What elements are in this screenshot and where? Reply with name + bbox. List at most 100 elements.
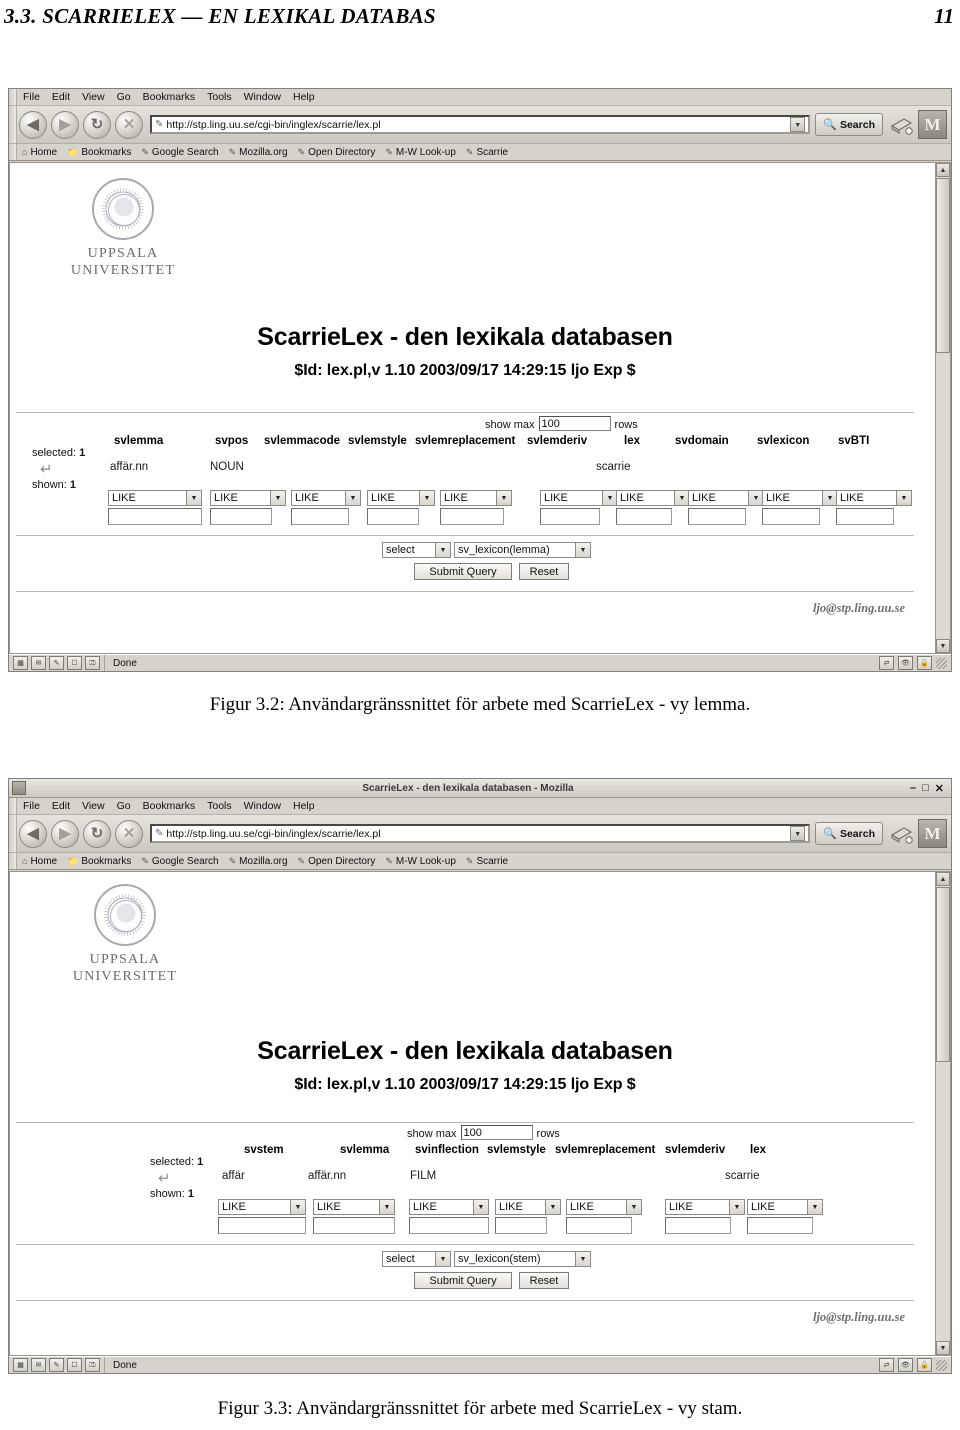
- url-bar-lemma[interactable]: ✎ http://stp.ling.uu.se/cgi-bin/inglex/s…: [150, 115, 811, 134]
- security-lock-icon[interactable]: 🔓: [917, 1358, 932, 1372]
- composer-icon[interactable]: ✎: [49, 656, 64, 670]
- show-max-input[interactable]: 100: [460, 1125, 533, 1140]
- filter-value-lex[interactable]: [616, 508, 672, 525]
- column-header-svlemreplacement[interactable]: svlemreplacement: [415, 435, 515, 447]
- bookmark-bookmarks[interactable]: 📁 Bookmarks: [62, 856, 136, 867]
- filter-op-svstem[interactable]: LIKE ▼: [218, 1199, 306, 1215]
- menu-grip[interactable]: [9, 89, 17, 105]
- minimize-button[interactable]: –: [910, 782, 916, 794]
- reset-button[interactable]: Reset: [519, 563, 569, 580]
- filter-value-lex[interactable]: [747, 1217, 813, 1234]
- contact-email-stem[interactable]: ljo@stp.ling.uu.se: [813, 1310, 905, 1325]
- chevron-down-icon[interactable]: ▼: [290, 1200, 305, 1214]
- filter-value-svlemstyle[interactable]: [367, 508, 419, 525]
- chevron-down-icon[interactable]: ▼: [602, 491, 617, 505]
- chevron-down-icon[interactable]: ▼: [379, 1200, 394, 1214]
- chevron-down-icon[interactable]: ▼: [822, 491, 837, 505]
- menu-item-help[interactable]: Help: [287, 800, 321, 812]
- url-dropdown-icon[interactable]: ▼: [790, 826, 806, 841]
- navbar-grip[interactable]: [9, 106, 17, 143]
- chevron-down-icon[interactable]: ▼: [729, 1200, 744, 1214]
- menu-item-window[interactable]: Window: [238, 800, 287, 812]
- chevron-down-icon[interactable]: ▼: [419, 491, 434, 505]
- print-icon[interactable]: [888, 822, 914, 846]
- chevron-down-icon[interactable]: ▼: [435, 543, 450, 557]
- stop-button[interactable]: ✕: [115, 819, 143, 848]
- offline-status-icon[interactable]: ⇄: [879, 656, 894, 670]
- filter-value-svlemma[interactable]: [108, 508, 202, 525]
- filter-value-svinflection[interactable]: [409, 1217, 489, 1234]
- scroll-down-arrow-icon[interactable]: ▼: [936, 639, 950, 653]
- resize-grip[interactable]: [936, 1359, 947, 1371]
- menu-item-view[interactable]: View: [76, 91, 111, 103]
- column-header-svinflection[interactable]: svinflection: [415, 1144, 479, 1156]
- column-header-svlemma[interactable]: svlemma: [114, 435, 163, 447]
- filter-op-svpos[interactable]: LIKE ▼: [210, 490, 286, 506]
- filter-value-svlemderiv[interactable]: [540, 508, 600, 525]
- bookmark-mozilla-org[interactable]: ✎ Mozilla.org: [224, 856, 293, 867]
- bookmark-mw-lookup[interactable]: ✎ M-W Look-up: [380, 856, 461, 867]
- filter-value-svlemstyle[interactable]: [495, 1217, 547, 1234]
- menu-item-edit[interactable]: Edit: [46, 800, 76, 812]
- column-header-svlemstyle[interactable]: svlemstyle: [487, 1144, 546, 1156]
- chatzilla-icon[interactable]: ⎄: [85, 1358, 100, 1372]
- filter-op-svlemmacode[interactable]: LIKE ▼: [291, 490, 361, 506]
- close-button[interactable]: ✕: [935, 782, 944, 795]
- chevron-down-icon[interactable]: ▼: [545, 1200, 560, 1214]
- filter-op-svlemstyle[interactable]: LIKE ▼: [367, 490, 435, 506]
- menu-grip[interactable]: [9, 798, 17, 814]
- filter-value-svpos[interactable]: [210, 508, 272, 525]
- cookie-status-icon[interactable]: 👁: [898, 1358, 913, 1372]
- chevron-down-icon[interactable]: ▼: [626, 1200, 641, 1214]
- column-header-svlexicon[interactable]: svlexicon: [757, 435, 809, 447]
- search-button-lemma[interactable]: 🔍 Search: [815, 113, 883, 136]
- chevron-down-icon[interactable]: ▼: [270, 491, 285, 505]
- contact-email-lemma[interactable]: ljo@stp.ling.uu.se: [813, 601, 905, 616]
- maximize-button[interactable]: □: [922, 782, 929, 794]
- filter-op-svlemderiv[interactable]: LIKE ▼: [665, 1199, 745, 1215]
- filter-op-svlemstyle[interactable]: LIKE ▼: [495, 1199, 561, 1215]
- chevron-down-icon[interactable]: ▼: [435, 1252, 450, 1266]
- chevron-down-icon[interactable]: ▼: [186, 491, 201, 505]
- column-header-lex[interactable]: lex: [750, 1144, 766, 1156]
- security-lock-icon[interactable]: 🔓: [917, 656, 932, 670]
- bookmark-google-search[interactable]: ✎ Google Search: [136, 147, 223, 158]
- column-header-svlemstyle[interactable]: svlemstyle: [348, 435, 407, 447]
- chevron-down-icon[interactable]: ▼: [473, 1200, 488, 1214]
- mail-icon[interactable]: ✉: [31, 1358, 46, 1372]
- filter-value-svlemreplacement[interactable]: [440, 508, 504, 525]
- chevron-down-icon[interactable]: ▼: [896, 491, 911, 505]
- column-header-svstem[interactable]: svstem: [244, 1144, 284, 1156]
- chevron-down-icon[interactable]: ▼: [575, 1252, 590, 1266]
- column-header-svlemreplacement[interactable]: svlemreplacement: [555, 1144, 655, 1156]
- resize-grip[interactable]: [936, 657, 947, 669]
- table-select-lemma[interactable]: sv_lexicon(lemma) ▼: [454, 542, 591, 558]
- bookmark-google-search[interactable]: ✎ Google Search: [136, 856, 223, 867]
- filter-value-svlexicon[interactable]: [762, 508, 820, 525]
- vertical-scrollbar-lemma[interactable]: ▲ ▼: [935, 163, 950, 653]
- menu-item-window[interactable]: Window: [238, 91, 287, 103]
- action-select[interactable]: select ▼: [382, 1251, 451, 1267]
- table-select-stem[interactable]: sv_lexicon(stem) ▼: [454, 1251, 591, 1267]
- column-header-svlemmacode[interactable]: svlemmacode: [264, 435, 340, 447]
- chevron-down-icon[interactable]: ▼: [345, 491, 360, 505]
- menu-item-bookmarks[interactable]: Bookmarks: [137, 800, 202, 812]
- column-header-svdomain[interactable]: svdomain: [675, 435, 729, 447]
- filter-op-svlemreplacement[interactable]: LIKE ▼: [440, 490, 512, 506]
- vertical-scrollbar-stem[interactable]: ▲ ▼: [935, 872, 950, 1355]
- filter-op-svlemma[interactable]: LIKE ▼: [313, 1199, 395, 1215]
- bookmark-bookmarks[interactable]: 📁 Bookmarks: [62, 147, 136, 158]
- return-arrow-icon-lemma[interactable]: ↵: [40, 462, 53, 477]
- bookmark-mw-lookup[interactable]: ✎ M-W Look-up: [380, 147, 461, 158]
- chevron-down-icon[interactable]: ▼: [748, 491, 763, 505]
- addressbook-icon[interactable]: ☐: [67, 1358, 82, 1372]
- bookmark-open-directory[interactable]: ✎ Open Directory: [293, 147, 381, 158]
- composer-icon[interactable]: ✎: [49, 1358, 64, 1372]
- bookmarks-grip[interactable]: [9, 853, 17, 869]
- chevron-down-icon[interactable]: ▼: [496, 491, 511, 505]
- scroll-up-arrow-icon[interactable]: ▲: [936, 872, 950, 886]
- menu-item-view[interactable]: View: [76, 800, 111, 812]
- action-select[interactable]: select ▼: [382, 542, 451, 558]
- url-bar-stem[interactable]: ✎ http://stp.ling.uu.se/cgi-bin/inglex/s…: [150, 824, 811, 843]
- filter-value-svlemreplacement[interactable]: [566, 1217, 632, 1234]
